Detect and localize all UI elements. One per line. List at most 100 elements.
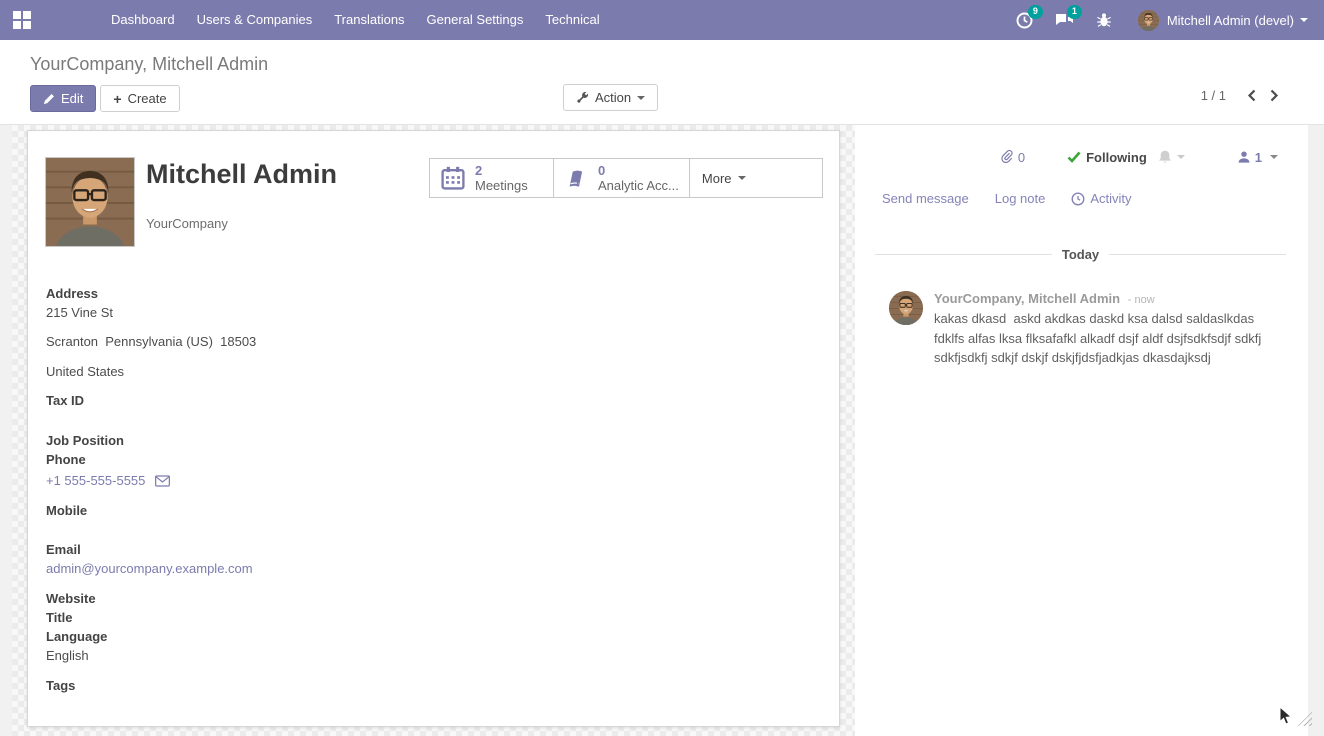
book-icon: [564, 166, 589, 191]
chatter-actions: Send message Log note Activity: [882, 191, 1132, 206]
meetings-label: Meetings: [475, 178, 528, 193]
control-panel: YourCompany, Mitchell Admin Edit + Creat…: [0, 40, 1324, 125]
create-button-label: Create: [128, 91, 167, 106]
messages-menu-button[interactable]: 1: [1055, 12, 1074, 28]
chevron-left-icon: [1247, 89, 1256, 102]
bell-icon: [1157, 149, 1173, 165]
following-button[interactable]: Following: [1067, 150, 1147, 165]
user-icon: [1237, 150, 1251, 164]
chatter-message: YourCompany, Mitchell Admin - now kakas …: [889, 291, 1280, 368]
debug-mode-button[interactable]: [1096, 12, 1112, 28]
attachments-button[interactable]: 0: [1001, 150, 1025, 165]
contact-name: Mitchell Admin: [146, 159, 337, 190]
date-divider: Today: [875, 247, 1286, 262]
contact-fields: Address 215 Vine St Scranton Pennsylvani…: [46, 284, 256, 695]
content-area: Mitchell Admin YourCompany 2: [0, 125, 1324, 736]
paperclip-icon: [1001, 150, 1014, 165]
bug-icon: [1096, 12, 1112, 28]
right-margin: [1308, 125, 1324, 736]
menu-item-general-settings[interactable]: General Settings: [416, 0, 535, 40]
apps-menu-button[interactable]: [0, 0, 44, 40]
address-label: Address: [46, 284, 256, 303]
title-label: Title: [46, 608, 256, 627]
pager-value: 1 / 1: [1201, 88, 1226, 103]
chevron-down-icon: [637, 96, 645, 104]
message-body: kakas dkasd askd akdkas daskd ksa dalsd …: [934, 309, 1280, 368]
main-menu: Dashboard Users & Companies Translations…: [100, 0, 611, 40]
action-menu: Action: [563, 84, 658, 111]
menu-item-users-companies[interactable]: Users & Companies: [186, 0, 324, 40]
top-navbar: Dashboard Users & Companies Translations…: [0, 0, 1324, 40]
apps-grid-icon: [13, 11, 31, 29]
meetings-count: 2: [475, 163, 528, 178]
activity-count-badge: 9: [1028, 5, 1043, 19]
phone-link[interactable]: +1 555-555-5555: [46, 471, 145, 490]
activity-clock-icon: [1071, 192, 1085, 206]
tags-label: Tags: [46, 676, 256, 695]
analytic-label: Analytic Acc...: [598, 178, 679, 193]
pager-previous-button[interactable]: [1240, 89, 1263, 102]
menu-item-technical[interactable]: Technical: [534, 0, 610, 40]
activities-menu-button[interactable]: 9: [1016, 12, 1033, 29]
edit-button-label: Edit: [61, 91, 83, 106]
plus-icon: +: [113, 94, 121, 104]
language-value: English: [46, 646, 256, 665]
language-label: Language: [46, 627, 256, 646]
navbar-systray: 9 1 Mitchell Admin (devel): [994, 10, 1324, 31]
form-sheet: Mitchell Admin YourCompany 2: [27, 130, 840, 727]
subscription-dropdown-button[interactable]: [1157, 149, 1185, 165]
chatter-panel: 0 Following 1: [855, 125, 1308, 736]
chevron-down-icon: [1300, 18, 1308, 26]
message-author-avatar: [889, 291, 923, 325]
analytic-accounts-stat-button[interactable]: 0 Analytic Acc...: [554, 159, 690, 197]
form-buttons: Edit + Create: [30, 85, 180, 112]
chevron-down-icon: [738, 176, 746, 184]
mobile-label: Mobile: [46, 501, 256, 520]
activity-label: Activity: [1090, 191, 1131, 206]
chatter-toolbar: 0 Following 1: [1001, 149, 1278, 165]
menu-item-translations[interactable]: Translations: [323, 0, 415, 40]
chevron-down-icon: [1177, 155, 1185, 163]
country-value: United States: [46, 362, 256, 381]
log-note-button[interactable]: Log note: [995, 191, 1046, 206]
pager-next-button[interactable]: [1263, 89, 1286, 102]
wrench-icon: [576, 91, 589, 104]
check-icon: [1067, 151, 1081, 163]
calendar-icon: [440, 165, 466, 191]
street-value: 215 Vine St: [46, 303, 256, 322]
email-label: Email: [46, 540, 256, 559]
message-author[interactable]: YourCompany, Mitchell Admin: [934, 291, 1120, 306]
menu-item-dashboard[interactable]: Dashboard: [100, 0, 186, 40]
create-button[interactable]: + Create: [100, 85, 179, 112]
user-menu-label: Mitchell Admin (devel): [1167, 13, 1294, 28]
action-button-label: Action: [595, 90, 631, 105]
more-dropdown-button[interactable]: More: [690, 159, 822, 197]
pager: 1 / 1: [1201, 88, 1286, 103]
contact-company[interactable]: YourCompany: [146, 216, 228, 231]
left-margin: [0, 40, 12, 736]
action-dropdown-button[interactable]: Action: [563, 84, 658, 111]
email-link[interactable]: admin@yourcompany.example.com: [46, 559, 256, 578]
breadcrumb[interactable]: YourCompany, Mitchell Admin: [30, 54, 268, 75]
schedule-activity-button[interactable]: Activity: [1071, 191, 1131, 206]
follower-count: 1: [1255, 150, 1262, 165]
send-message-button[interactable]: Send message: [882, 191, 969, 206]
followers-dropdown-button[interactable]: 1: [1237, 150, 1278, 165]
sms-envelope-icon[interactable]: [155, 475, 170, 487]
attachment-count: 0: [1018, 150, 1025, 165]
tax-id-label: Tax ID: [46, 391, 256, 410]
contact-photo[interactable]: [45, 157, 135, 247]
message-timestamp: - now: [1128, 294, 1155, 306]
more-label: More: [702, 171, 732, 186]
meetings-stat-button[interactable]: 2 Meetings: [430, 159, 554, 197]
analytic-count: 0: [598, 163, 679, 178]
edit-button[interactable]: Edit: [30, 85, 96, 112]
date-divider-label: Today: [1052, 247, 1109, 262]
city-state-zip-value: Scranton Pennsylvania (US) 18503: [46, 332, 256, 351]
form-view-background: Mitchell Admin YourCompany 2: [12, 125, 855, 736]
job-position-label: Job Position: [46, 431, 256, 450]
mouse-cursor: [1279, 706, 1295, 726]
phone-label: Phone: [46, 450, 256, 469]
following-label: Following: [1086, 150, 1147, 165]
user-menu-button[interactable]: Mitchell Admin (devel): [1138, 10, 1308, 31]
